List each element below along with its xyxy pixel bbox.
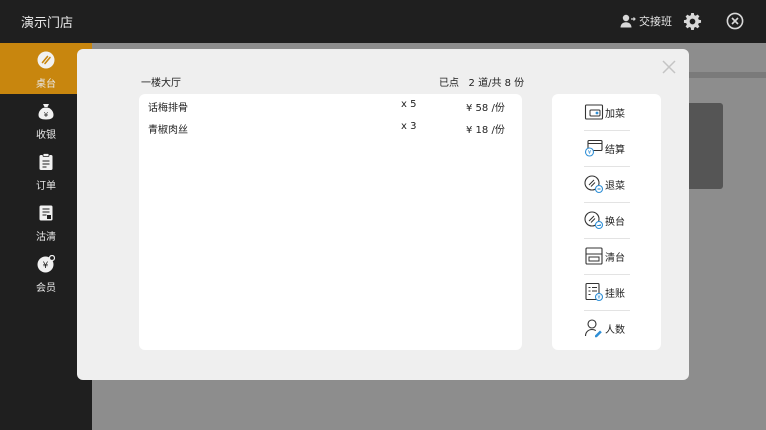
table-order-dialog: 一楼大厅 已点 2 道/共 8 份 话梅排骨 x 5 ¥ 58 /份 青椒肉丝 … xyxy=(77,49,689,380)
area-name: 一楼大厅 xyxy=(141,78,181,89)
credit-icon: ¥ xyxy=(585,282,604,301)
action-label: 结算 xyxy=(605,144,625,156)
return-dish-button[interactable]: 退菜 xyxy=(584,166,630,202)
credit-button[interactable]: ¥ 挂账 xyxy=(584,274,630,310)
svg-text:¥: ¥ xyxy=(44,111,49,119)
action-label: 挂账 xyxy=(605,288,625,300)
store-name: 演示门店 xyxy=(21,16,74,31)
action-label: 退菜 xyxy=(605,180,625,192)
close-icon[interactable] xyxy=(662,60,676,74)
return-dish-icon xyxy=(584,175,604,194)
checkout-icon: ¥ xyxy=(584,139,603,157)
ordered-summary: 已点 2 道/共 8 份 xyxy=(439,78,525,89)
gear-icon[interactable] xyxy=(683,12,702,31)
dish-price: ¥ 58 /份 xyxy=(466,103,505,114)
order-icon xyxy=(39,153,53,170)
checkout-button[interactable]: ¥ 结算 xyxy=(584,130,630,166)
sold-out-icon xyxy=(39,205,53,221)
svg-text:¥: ¥ xyxy=(597,295,600,301)
action-label: 加菜 xyxy=(605,108,625,120)
dish-price: ¥ 18 /份 xyxy=(466,125,505,136)
action-label: 清台 xyxy=(605,252,625,264)
clear-table-button[interactable]: 清台 xyxy=(584,238,630,274)
action-label: 换台 xyxy=(605,216,625,228)
ordered-dish-list: 话梅排骨 x 5 ¥ 58 /份 青椒肉丝 x 3 ¥ 18 /份 xyxy=(139,94,522,350)
user-switch-icon xyxy=(620,14,636,28)
svg-text:¥: ¥ xyxy=(43,261,49,271)
action-label: 人数 xyxy=(605,324,625,336)
money-bag-icon: ¥ xyxy=(38,104,54,120)
shift-handover-button[interactable]: 交接班 xyxy=(620,13,672,29)
dish-quantity: x 3 xyxy=(401,121,417,132)
close-circle-icon[interactable] xyxy=(726,12,744,30)
add-dish-icon xyxy=(584,104,604,120)
dish-row[interactable]: 青椒肉丝 x 3 ¥ 18 /份 xyxy=(139,116,522,138)
dish-name: 话梅排骨 xyxy=(148,103,188,114)
change-table-icon xyxy=(584,211,604,230)
guest-count-button[interactable]: 人数 xyxy=(584,310,630,346)
shift-handover-label: 交接班 xyxy=(639,15,672,28)
clear-table-icon xyxy=(585,247,603,265)
dish-quantity: x 5 xyxy=(401,99,417,110)
svg-text:¥: ¥ xyxy=(588,150,592,156)
top-bar: 演示门店 交接班 xyxy=(0,0,766,43)
table-icon xyxy=(37,51,55,69)
action-panel: 加菜 ¥ 结算 退菜 换台 清台 ¥ 挂账 人数 xyxy=(552,94,661,350)
member-icon: ¥ xyxy=(37,255,55,273)
dish-row[interactable]: 话梅排骨 x 5 ¥ 58 /份 xyxy=(139,94,522,116)
dish-name: 青椒肉丝 xyxy=(148,125,188,136)
change-table-button[interactable]: 换台 xyxy=(584,202,630,238)
guest-count-icon xyxy=(584,319,602,338)
add-dish-button[interactable]: 加菜 xyxy=(584,94,630,130)
